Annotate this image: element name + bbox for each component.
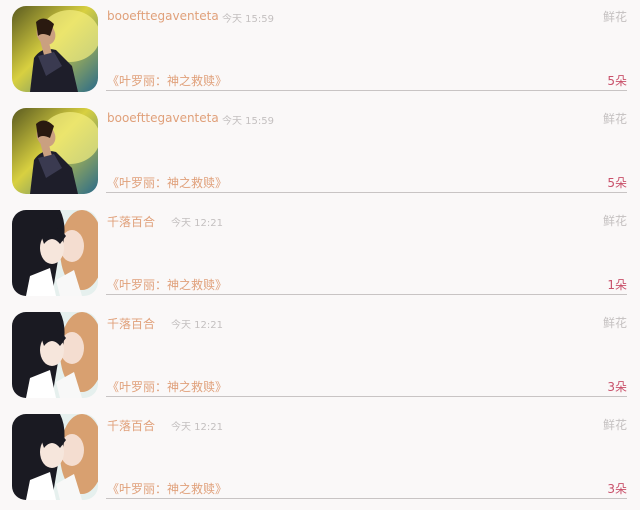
book-title-link[interactable]: 《叶罗丽：神之救赎》: [107, 174, 227, 191]
book-title-link[interactable]: 《叶罗丽：神之救赎》: [107, 378, 227, 395]
anime-couple-avatar-icon[interactable]: [12, 414, 98, 500]
male-singer-avatar-icon[interactable]: [12, 6, 98, 92]
gift-type-label: 鲜花: [602, 418, 627, 432]
row-divider: [106, 294, 627, 295]
row-divider: [106, 90, 627, 91]
timestamp: 今天 12:21: [171, 422, 223, 433]
timestamp: 今天 12:21: [171, 320, 223, 331]
gift-type-label: 鲜花: [602, 214, 627, 228]
gift-type-label: 鲜花: [602, 112, 627, 126]
row-divider: [106, 192, 627, 193]
gift-record-row[interactable]: booefttegaventeta 今天 15:59 鲜花 《叶罗丽：神之救赎》…: [0, 102, 640, 204]
gift-count: 3朵: [607, 380, 627, 394]
gift-type-label: 鲜花: [602, 10, 627, 24]
gift-count: 1朵: [607, 278, 627, 292]
anime-couple-avatar-icon[interactable]: [12, 210, 98, 296]
timestamp: 今天 15:59: [222, 116, 274, 127]
book-title-link[interactable]: 《叶罗丽：神之救赎》: [107, 276, 227, 293]
row-divider: [106, 396, 627, 397]
username[interactable]: 千落百合: [107, 417, 155, 434]
gift-type-label: 鲜花: [602, 316, 627, 330]
anime-couple-avatar-icon[interactable]: [12, 312, 98, 398]
username[interactable]: 千落百合: [107, 315, 155, 332]
gift-record-list: booefttegaventeta 今天 15:59 鲜花 《叶罗丽：神之救赎》…: [0, 0, 640, 510]
timestamp: 今天 15:59: [222, 14, 274, 25]
username[interactable]: 千落百合: [107, 213, 155, 230]
username[interactable]: booefttegaventeta: [107, 111, 219, 125]
gift-count: 3朵: [607, 482, 627, 496]
book-title-link[interactable]: 《叶罗丽：神之救赎》: [107, 72, 227, 89]
male-singer-avatar-icon[interactable]: [12, 108, 98, 194]
gift-record-row[interactable]: 千落百合 今天 12:21 鲜花 《叶罗丽：神之救赎》 3朵: [0, 306, 640, 408]
gift-count: 5朵: [607, 74, 627, 88]
book-title-link[interactable]: 《叶罗丽：神之救赎》: [107, 480, 227, 497]
gift-record-row[interactable]: 千落百合 今天 12:21 鲜花 《叶罗丽：神之救赎》 3朵: [0, 408, 640, 510]
gift-record-row[interactable]: booefttegaventeta 今天 15:59 鲜花 《叶罗丽：神之救赎》…: [0, 0, 640, 102]
timestamp: 今天 12:21: [171, 218, 223, 229]
gift-count: 5朵: [607, 176, 627, 190]
username[interactable]: booefttegaventeta: [107, 9, 219, 23]
row-divider: [106, 498, 627, 499]
gift-record-row[interactable]: 千落百合 今天 12:21 鲜花 《叶罗丽：神之救赎》 1朵: [0, 204, 640, 306]
